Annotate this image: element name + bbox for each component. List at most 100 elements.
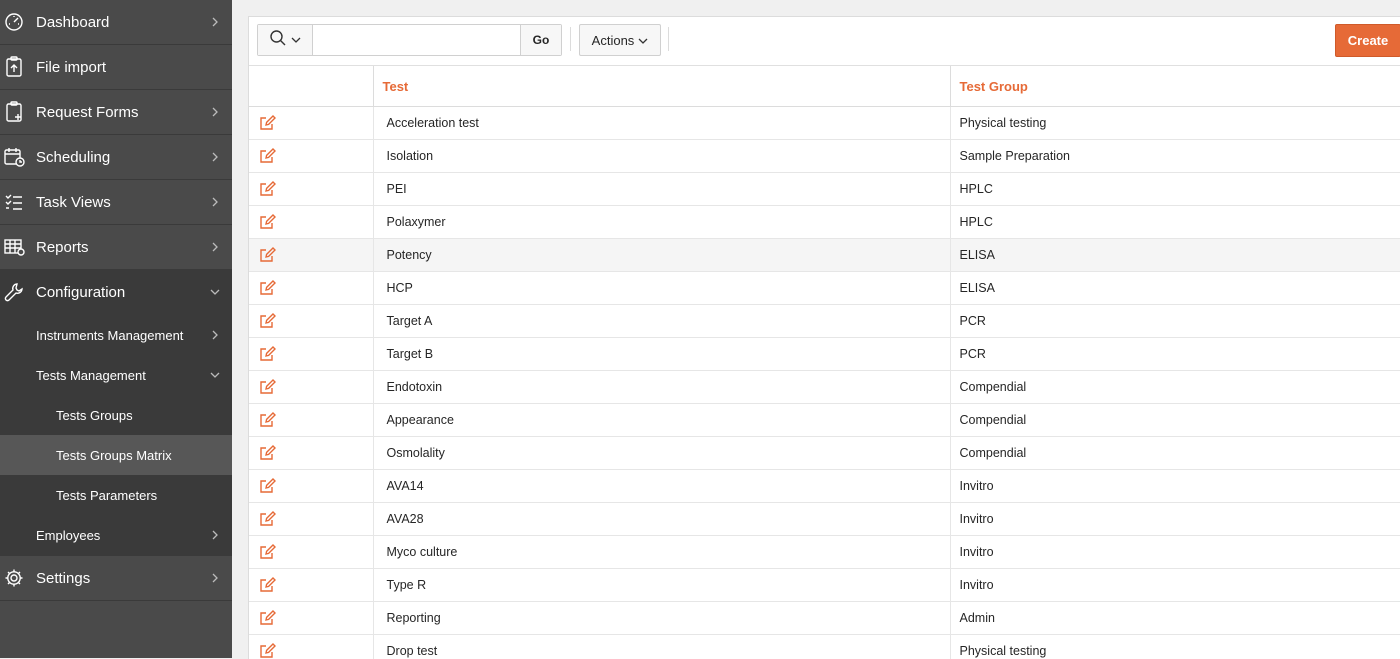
edit-icon[interactable] <box>260 214 276 230</box>
sidebar-item-scheduling[interactable]: Scheduling <box>0 135 232 180</box>
sidebar-item-label: Task Views <box>36 194 111 211</box>
table-row: AVA14Invitro <box>249 470 1400 503</box>
sidebar-item-tests-groups[interactable]: Tests Groups <box>0 395 232 435</box>
test-group-cell: Admin <box>950 602 1400 635</box>
edit-icon[interactable] <box>260 181 276 197</box>
sidebar-item-task-views[interactable]: Task Views <box>0 180 232 225</box>
edit-icon[interactable] <box>260 412 276 428</box>
edit-icon[interactable] <box>260 379 276 395</box>
edit-icon[interactable] <box>260 643 276 659</box>
table-row: AppearanceCompendial <box>249 404 1400 437</box>
table-row: EndotoxinCompendial <box>249 371 1400 404</box>
report-toolbar: Go Actions Create <box>249 17 1400 66</box>
edit-icon[interactable] <box>260 577 276 593</box>
create-button[interactable]: Create <box>1335 24 1400 57</box>
edit-icon[interactable] <box>260 544 276 560</box>
test-cell: Drop test <box>373 635 950 659</box>
sidebar-item-label: Tests Parameters <box>56 488 157 503</box>
test-cell: AVA28 <box>373 503 950 536</box>
test-group-cell: Invitro <box>950 470 1400 503</box>
sidebar-item-settings[interactable]: Settings <box>0 555 232 601</box>
actions-button[interactable]: Actions <box>579 24 661 56</box>
edit-cell <box>249 536 373 569</box>
chevron-right-icon <box>210 17 220 27</box>
dashboard-icon <box>3 11 25 33</box>
test-cell: Target A <box>373 305 950 338</box>
table-row: Type RInvitro <box>249 569 1400 602</box>
sidebar-item-label: Tests Groups Matrix <box>56 448 172 463</box>
test-group-cell: PCR <box>950 305 1400 338</box>
test-group-cell: Invitro <box>950 503 1400 536</box>
edit-cell <box>249 173 373 206</box>
sidebar-item-employees[interactable]: Employees <box>0 515 232 555</box>
table-report-icon <box>3 236 25 258</box>
sidebar-item-reports[interactable]: Reports <box>0 225 232 270</box>
test-cell: Type R <box>373 569 950 602</box>
sidebar-item-tests-management[interactable]: Tests Management <box>0 355 232 395</box>
sidebar-item-label: File import <box>36 59 106 76</box>
edit-cell <box>249 239 373 272</box>
toolbar-divider <box>570 27 571 51</box>
edit-icon[interactable] <box>260 280 276 296</box>
edit-icon[interactable] <box>260 148 276 164</box>
edit-cell <box>249 404 373 437</box>
checklist-icon <box>3 191 25 213</box>
table-row: HCPELISA <box>249 272 1400 305</box>
edit-icon[interactable] <box>260 115 276 131</box>
edit-cell <box>249 305 373 338</box>
configuration-section: Configuration Instruments Management Tes… <box>0 270 232 555</box>
sidebar-item-instruments-management[interactable]: Instruments Management <box>0 315 232 355</box>
test-cell: Endotoxin <box>373 371 950 404</box>
sidebar-item-label: Request Forms <box>36 104 139 121</box>
search-input[interactable] <box>313 25 520 55</box>
test-cell: Polaxymer <box>373 206 950 239</box>
sidebar-item-tests-groups-matrix[interactable]: Tests Groups Matrix <box>0 435 232 475</box>
search-column-button[interactable] <box>258 25 313 55</box>
edit-icon[interactable] <box>260 511 276 527</box>
column-header-edit <box>249 66 373 107</box>
sidebar-item-dashboard[interactable]: Dashboard <box>0 0 232 45</box>
test-cell: Myco culture <box>373 536 950 569</box>
edit-cell <box>249 437 373 470</box>
column-header-test-group[interactable]: Test Group <box>950 66 1400 107</box>
test-group-cell: Compendial <box>950 371 1400 404</box>
chevron-down-icon <box>638 33 648 48</box>
edit-icon[interactable] <box>260 346 276 362</box>
table-header-row: Test Test Group <box>249 66 1400 107</box>
edit-cell <box>249 569 373 602</box>
chevron-down-icon <box>291 31 301 49</box>
chevron-right-icon <box>210 530 220 540</box>
sidebar-item-request-forms[interactable]: Request Forms <box>0 90 232 135</box>
table-row: Target APCR <box>249 305 1400 338</box>
test-cell: HCP <box>373 272 950 305</box>
column-header-test[interactable]: Test <box>373 66 950 107</box>
sidebar-item-label: Settings <box>36 570 90 587</box>
calendar-clock-icon <box>3 146 25 168</box>
go-button[interactable]: Go <box>520 25 561 55</box>
edit-cell <box>249 140 373 173</box>
edit-icon[interactable] <box>260 478 276 494</box>
edit-cell <box>249 338 373 371</box>
tests-table: Test Test Group Acceleration testPhysica… <box>249 66 1400 659</box>
chevron-right-icon <box>210 197 220 207</box>
test-group-cell: Invitro <box>950 569 1400 602</box>
table-row: Myco cultureInvitro <box>249 536 1400 569</box>
test-group-cell: Physical testing <box>950 107 1400 140</box>
report-panel: Go Actions Create Test <box>248 16 1400 659</box>
sidebar-item-tests-parameters[interactable]: Tests Parameters <box>0 475 232 515</box>
sidebar-item-file-import[interactable]: File import <box>0 45 232 90</box>
edit-icon[interactable] <box>260 610 276 626</box>
toolbar-divider <box>668 27 669 51</box>
file-import-icon <box>3 56 25 78</box>
table-row: PEIHPLC <box>249 173 1400 206</box>
edit-cell <box>249 503 373 536</box>
edit-icon[interactable] <box>260 313 276 329</box>
edit-icon[interactable] <box>260 247 276 263</box>
sidebar-item-configuration[interactable]: Configuration <box>0 270 232 315</box>
test-cell: Target B <box>373 338 950 371</box>
test-group-cell: Physical testing <box>950 635 1400 659</box>
chevron-right-icon <box>210 107 220 117</box>
test-cell: AVA14 <box>373 470 950 503</box>
edit-cell <box>249 206 373 239</box>
edit-icon[interactable] <box>260 445 276 461</box>
